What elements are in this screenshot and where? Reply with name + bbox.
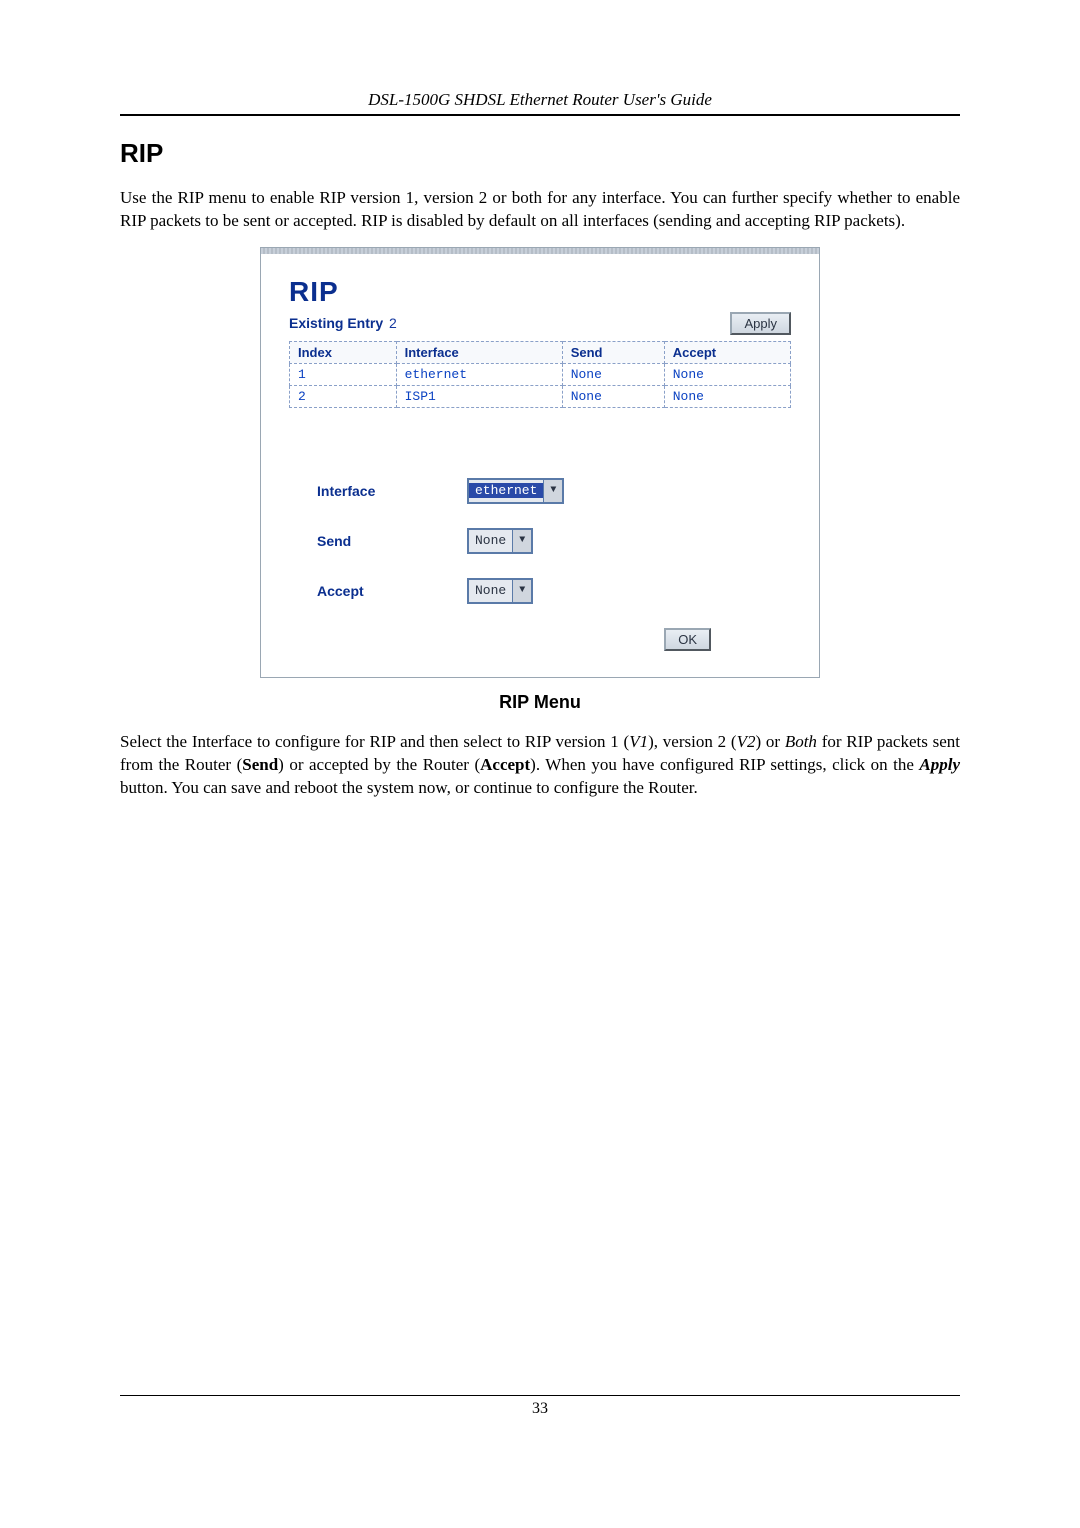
- accept-select-value: None: [469, 583, 512, 598]
- ok-button[interactable]: OK: [664, 628, 711, 651]
- table-header-row: Index Interface Send Accept: [290, 341, 791, 363]
- page-footer: 33: [120, 1395, 960, 1418]
- cell-accept: None: [664, 385, 790, 407]
- figure-caption: RIP Menu: [120, 692, 960, 713]
- table-row[interactable]: 1 ethernet None None: [290, 363, 791, 385]
- rip-table: Index Interface Send Accept 1 ethernet N…: [289, 341, 791, 408]
- col-interface: Interface: [396, 341, 562, 363]
- text-bold: Send: [242, 755, 278, 774]
- text-bold-italic: Apply: [919, 755, 960, 774]
- existing-entry-count: 2: [389, 315, 397, 331]
- existing-entry-label: Existing Entry 2: [289, 315, 397, 331]
- text-italic: V2: [737, 732, 756, 751]
- text-italic: V1: [629, 732, 648, 751]
- outro-paragraph: Select the Interface to configure for RI…: [120, 731, 960, 800]
- text-italic: Both: [785, 732, 817, 751]
- accept-select[interactable]: None ▼: [467, 578, 533, 604]
- rip-panel: RIP Existing Entry 2 Apply Index Interfa…: [260, 247, 820, 678]
- cell-index: 1: [290, 363, 397, 385]
- cell-send: None: [562, 363, 664, 385]
- chevron-down-icon: ▼: [543, 480, 562, 502]
- col-send: Send: [562, 341, 664, 363]
- panel-heading: RIP: [289, 276, 791, 308]
- send-label: Send: [317, 533, 467, 549]
- text: button. You can save and reboot the syst…: [120, 778, 698, 797]
- text: ), version 2 (: [648, 732, 736, 751]
- existing-entry-text: Existing Entry: [289, 315, 383, 331]
- chevron-down-icon: ▼: [512, 530, 531, 552]
- cell-interface: ethernet: [396, 363, 562, 385]
- running-head: DSL-1500G SHDSL Ethernet Router User's G…: [120, 90, 960, 116]
- interface-select[interactable]: ethernet ▼: [467, 478, 564, 504]
- page-number: 33: [532, 1400, 548, 1417]
- rip-form: Interface ethernet ▼ Send None ▼: [289, 478, 791, 651]
- cell-index: 2: [290, 385, 397, 407]
- apply-button[interactable]: Apply: [730, 312, 791, 335]
- send-select[interactable]: None ▼: [467, 528, 533, 554]
- text: ) or accepted by the Router (: [278, 755, 480, 774]
- cell-accept: None: [664, 363, 790, 385]
- send-select-value: None: [469, 533, 512, 548]
- col-accept: Accept: [664, 341, 790, 363]
- section-title: RIP: [120, 138, 960, 169]
- cell-interface: ISP1: [396, 385, 562, 407]
- cell-send: None: [562, 385, 664, 407]
- chevron-down-icon: ▼: [512, 580, 531, 602]
- figure-wrap: RIP Existing Entry 2 Apply Index Interfa…: [120, 247, 960, 678]
- col-index: Index: [290, 341, 397, 363]
- interface-label: Interface: [317, 483, 467, 499]
- table-row[interactable]: 2 ISP1 None None: [290, 385, 791, 407]
- accept-label: Accept: [317, 583, 467, 599]
- text-bold: Accept: [480, 755, 530, 774]
- intro-paragraph: Use the RIP menu to enable RIP version 1…: [120, 187, 960, 233]
- text: ). When you have configured RIP settings…: [530, 755, 919, 774]
- text: Select the Interface to configure for RI…: [120, 732, 629, 751]
- interface-select-value: ethernet: [469, 483, 543, 498]
- text: ) or: [755, 732, 784, 751]
